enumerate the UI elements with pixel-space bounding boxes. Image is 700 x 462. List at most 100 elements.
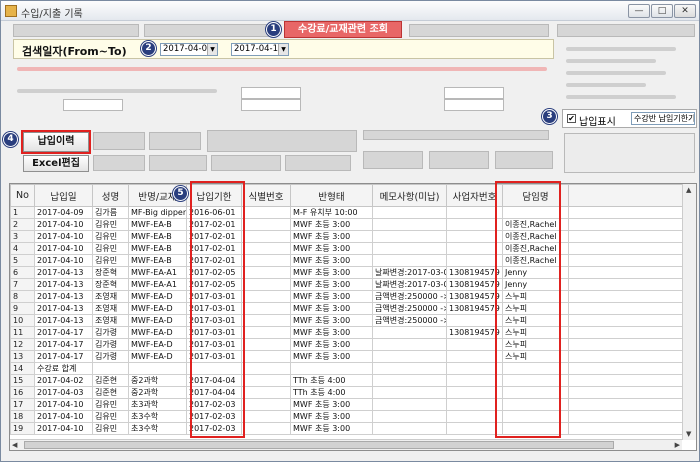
table-cell: 스누피	[502, 290, 569, 303]
maximize-button[interactable]: □	[651, 4, 673, 18]
table-cell: 김가령	[92, 338, 129, 351]
filter-field[interactable]	[444, 87, 504, 99]
date-from-picker[interactable]: 2017-04-01 ▼	[160, 43, 218, 56]
table-cell: 김가령	[92, 350, 129, 363]
table-row[interactable]: 14 수강료 합계	[10, 362, 683, 375]
table-row[interactable]: 1 2017-04-09 김가름 MF-Big dipper 2016-06-01 M-F…	[10, 206, 683, 219]
scroll-right-icon[interactable]: ▶	[675, 441, 680, 449]
table-row[interactable]: 12 2017-04-17 김가령 MWF-EA-D 2017-03-01 MWF 초등 …	[10, 338, 683, 351]
date-to-picker[interactable]: 2017-04-17 ▼	[231, 43, 289, 56]
col-header[interactable]: 담임명	[502, 184, 569, 207]
action-blurred[interactable]	[149, 155, 207, 171]
table-cell: 1308194579	[446, 290, 503, 303]
excel-edit-button[interactable]: Excel편집	[23, 155, 89, 172]
table-cell: 2017-04-10	[34, 218, 93, 231]
table-row[interactable]: 5 2017-04-10 김유민 MWF-EA-B 2017-02-01 MWF 초등 3…	[10, 254, 683, 267]
table-row[interactable]: 3 2017-04-10 김유민 MWF-EA-B 2017-02-01 MWF 초등 3…	[10, 230, 683, 243]
col-header[interactable]: 메모사항(미납)	[372, 184, 447, 207]
table-cell: 2017-04-13	[34, 278, 93, 291]
table-cell: Jenny	[502, 266, 569, 279]
scroll-left-icon[interactable]: ◀	[12, 441, 17, 449]
table-row[interactable]: 2 2017-04-10 김유민 MWF-EA-B 2017-02-01 MWF 초등 3…	[10, 218, 683, 231]
col-header[interactable]: 납입일	[34, 184, 93, 207]
col-header[interactable]: 사업자번호	[446, 184, 503, 207]
table-row[interactable]: 8 2017-04-13 조영재 MWF-EA-D 2017-03-01 MWF 초등 3…	[10, 290, 683, 303]
table-cell: 2017-04-03	[34, 386, 93, 399]
action-blurred[interactable]	[429, 151, 489, 169]
chevron-down-icon[interactable]: ▼	[207, 44, 217, 55]
table-row[interactable]: 15 2017-04-02 김준현 중2과학 2017-04-04 TTh 초등 4:00	[10, 374, 683, 387]
table-row[interactable]: 13 2017-04-17 김가령 MWF-EA-D 2017-03-01 MWF 초등 …	[10, 350, 683, 363]
table-cell: 장준혁	[92, 266, 129, 279]
table-cell: MWF 초등 3:00	[290, 266, 373, 279]
table-cell	[372, 242, 447, 255]
table-cell	[502, 422, 569, 435]
table-row[interactable]: 7 2017-04-13 장준혁 MWF-EA-A1 2017-02-05 MWF 초등 …	[10, 278, 683, 291]
table-row[interactable]: 11 2017-04-17 김가령 MWF-EA-D 2017-03-01 MWF 초등 …	[10, 326, 683, 339]
table-row[interactable]: 19 2017-04-10 김유민 초3수학 2017-02-03 MWF 초등 3:00	[10, 422, 683, 435]
table-row[interactable]: 6 2017-04-13 장준혁 MWF-EA-A1 2017-02-05 MWF 초등 …	[10, 266, 683, 279]
col-header[interactable]: 납입기한	[186, 184, 242, 207]
tab-blurred-3[interactable]	[409, 24, 549, 37]
records-table[interactable]: No 납입일 성명 반명/교재 납입기한 식별번호 반형태 메모사항(미납) 사…	[9, 183, 697, 451]
scroll-up-icon[interactable]: ▲	[686, 186, 691, 194]
table-row[interactable]: 9 2017-04-13 조영재 MWF-EA-D 2017-03-01 MWF 초등 3…	[10, 302, 683, 315]
tab-blurred-4[interactable]	[557, 24, 695, 37]
tab-blurred-1[interactable]	[13, 24, 139, 37]
vertical-scrollbar[interactable]: ▲ ▼	[682, 184, 696, 440]
window-title: 수입/지출 기록	[21, 9, 83, 20]
scroll-thumb[interactable]	[24, 441, 614, 449]
table-cell: MWF-EA-A1	[128, 266, 187, 279]
action-blurred[interactable]	[495, 151, 553, 169]
action-blurred[interactable]	[285, 155, 351, 171]
horizontal-scrollbar[interactable]: ◀ ▶	[10, 439, 682, 450]
col-header[interactable]: 성명	[92, 184, 129, 207]
filter-field[interactable]	[241, 99, 301, 111]
tab-tuition-query[interactable]: 수강료/교재관련 조회	[284, 21, 402, 38]
table-cell: 금액변경:250000 -> 2	[372, 290, 447, 303]
minimize-button[interactable]: —	[628, 4, 650, 18]
table-row[interactable]: 16 2017-04-03 김준현 중2과학 2017-04-04 TTh 초등 4:00	[10, 386, 683, 399]
table-row[interactable]: 17 2017-04-10 김유민 초3과학 2017-02-03 MWF 초등 3:00	[10, 398, 683, 411]
table-cell	[446, 242, 503, 255]
table-cell: 2017-02-03	[186, 410, 242, 423]
table-cell: 조영재	[92, 314, 129, 327]
table-row[interactable]: 10 2017-04-13 조영재 MWF-EA-D 2017-03-01 MWF 초등 …	[10, 314, 683, 327]
col-header[interactable]: 식별번호	[241, 184, 291, 207]
filter-field[interactable]	[444, 99, 504, 111]
action-blurred[interactable]	[93, 132, 145, 150]
action-blurred[interactable]	[93, 155, 145, 171]
table-row[interactable]: 4 2017-04-10 김유민 MWF-EA-B 2017-02-01 MWF 초등 3…	[10, 242, 683, 255]
table-cell: MWF 초등 3:00	[290, 254, 373, 267]
app-icon	[5, 5, 17, 17]
tab-blurred-2[interactable]	[144, 24, 276, 37]
paid-display-select[interactable]: 수강반 납입기한기	[631, 112, 695, 125]
table-cell: 17	[10, 398, 35, 411]
chevron-down-icon[interactable]: ▼	[278, 44, 288, 55]
action-blurred[interactable]	[149, 132, 201, 150]
table-cell: 수강료 합계	[34, 362, 93, 375]
action-blurred[interactable]	[207, 130, 357, 152]
table-row[interactable]: 18 2017-04-10 김유민 초3수학 2017-02-03 MWF 초등 3:00	[10, 410, 683, 423]
action-blurred[interactable]	[211, 155, 281, 171]
filter-field[interactable]	[241, 87, 301, 99]
table-cell: 2017-03-01	[186, 314, 242, 327]
scroll-down-icon[interactable]: ▼	[686, 430, 691, 438]
payment-history-button[interactable]: 납입이력	[23, 132, 89, 152]
filter-field[interactable]	[63, 99, 123, 111]
table-cell	[372, 398, 447, 411]
action-blurred[interactable]	[363, 130, 549, 140]
table-cell-empty	[568, 350, 683, 363]
action-blurred[interactable]	[363, 151, 423, 169]
table-cell: MWF-EA-D	[128, 350, 187, 363]
table-cell	[446, 218, 503, 231]
table-cell: 19	[10, 422, 35, 435]
table-cell: 16	[10, 386, 35, 399]
close-button[interactable]: ✕	[674, 4, 696, 18]
paid-display-checkbox[interactable]: ✔	[567, 114, 576, 123]
col-header[interactable]: 반형태	[290, 184, 373, 207]
col-header[interactable]: No	[10, 184, 35, 207]
table-cell: 2017-02-03	[186, 398, 242, 411]
table-cell: 2017-03-01	[186, 338, 242, 351]
table-cell: 스누피	[502, 314, 569, 327]
